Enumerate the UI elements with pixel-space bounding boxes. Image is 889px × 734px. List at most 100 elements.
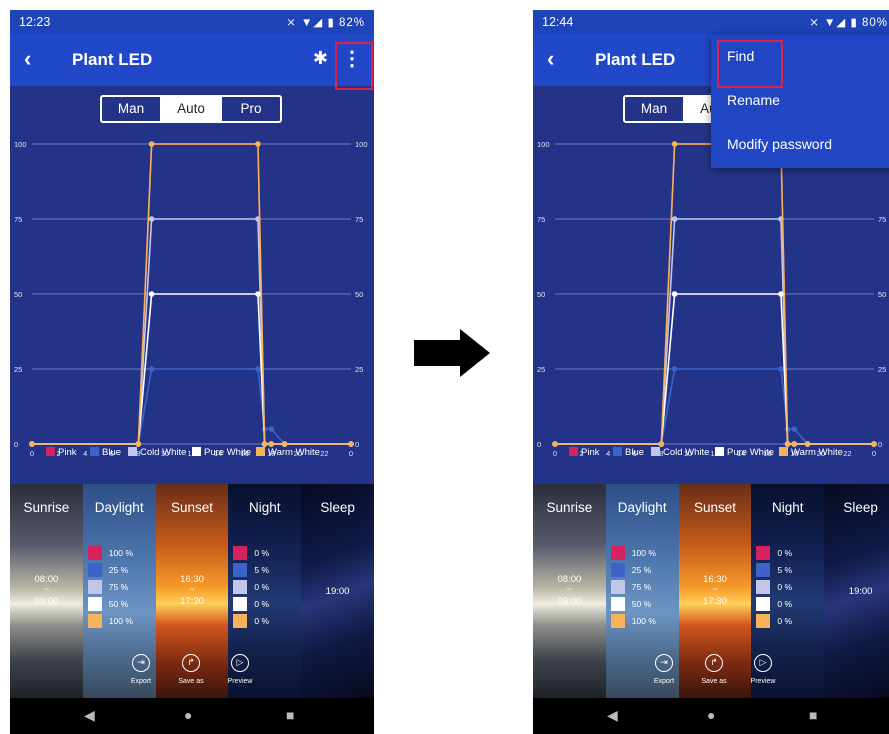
system-nav-bar: ◀ ● ■ [10,698,374,734]
legend-swatch [90,447,99,456]
scene-levels: 100 % 25 % 75 % 50 % 100 % [610,544,656,629]
level-value: 25 % [108,564,129,575]
data-point [148,366,155,372]
data-point [671,366,678,372]
save-as-button[interactable]: ↱ Save as [689,652,739,685]
scene-time-sep: ~ [566,584,573,595]
level-swatch [87,545,102,560]
series-line [32,368,351,445]
export-button[interactable]: ⇥ Export [639,652,689,685]
y-tick-label-right: 50 [878,290,886,299]
mode-man-button[interactable]: Man [625,97,683,121]
bluetooth-icon[interactable]: ✱ [313,48,328,69]
level-swatch [233,562,248,577]
menu-item-modify-password[interactable]: Modify password [711,122,889,166]
data-point [791,441,798,447]
data-point [281,441,288,447]
x-tick-label: 22 [320,449,328,458]
data-point [261,441,268,447]
export-button[interactable]: ⇥ Export [116,652,166,685]
scene-levels: 100 % 25 % 75 % 50 % 100 % [87,544,133,629]
level-value: 0 % [254,547,270,558]
back-arrow-icon[interactable]: ‹ [24,46,31,72]
nav-back-icon[interactable]: ◀ [607,707,618,724]
y-tick-label: 100 [537,140,550,149]
transition-arrow-icon [414,329,490,377]
y-tick-label: 75 [537,215,545,224]
y-tick-label-right: 100 [355,140,368,149]
legend-swatch [128,447,137,456]
app-bar: ‹ Plant LED ✱ ⋮ [10,34,374,86]
preview-button[interactable]: ▷ Preview [215,652,265,685]
legend-label: Pink [58,447,77,458]
menu-item-find[interactable]: Find [711,34,889,78]
scene-name: Sunrise [546,500,593,515]
level-swatch [610,562,625,577]
data-point [804,441,811,447]
action-bar: ⇥ Export ↱ Save as ▷ Preview [533,652,889,698]
legend-label: Blue [102,447,121,458]
legend-label: Cold White [140,447,186,458]
legend-swatch [651,447,660,456]
level-value: 0 % [777,598,793,609]
level-swatch [233,613,248,628]
data-point [871,441,877,447]
level-swatch [756,579,771,594]
x-tick-label: 0 [872,449,876,458]
save-as-label: Save as [178,678,204,685]
level-row: 0 % [756,612,792,629]
menu-item-rename[interactable]: Rename [711,78,889,122]
export-icon: ⇥ [132,654,150,672]
light-schedule-chart: 0025255050757510010002468101214161820220… [537,140,889,458]
level-row: 0 % [233,578,269,595]
data-point [268,426,275,432]
level-swatch [610,596,625,611]
preview-button[interactable]: ▷ Preview [738,652,788,685]
scene-name: Sleep [843,500,878,515]
scene-time-start: 19:00 [848,586,873,597]
status-icons: ⨯ ▼◢ ▮ 80% [809,17,888,29]
back-arrow-icon[interactable]: ‹ [547,46,554,72]
level-row: 25 % [610,561,656,578]
nav-back-icon[interactable]: ◀ [84,707,95,724]
level-swatch [610,545,625,560]
nav-home-icon[interactable]: ● [707,707,715,723]
save-as-button[interactable]: ↱ Save as [166,652,216,685]
level-value: 50 % [631,598,652,609]
series-line [555,218,874,445]
level-value: 100 % [108,615,133,626]
status-icons: ⨯ ▼◢ ▮ 82% [286,17,365,29]
status-bar: 12:23 ⨯ ▼◢ ▮ 82% [10,10,374,34]
scene-name: Sunrise [23,500,70,515]
legend-label: Cold White [663,447,709,458]
y-tick-label: 75 [14,215,22,224]
legend-label: Pure White [727,447,774,458]
mode-man-button[interactable]: Man [102,97,160,121]
x-tick-label: 4 [606,449,610,458]
y-tick-label-right: 0 [355,440,359,449]
legend-swatch [715,447,724,456]
mode-pro-button[interactable]: Pro [220,97,280,121]
level-swatch [233,579,248,594]
data-point [135,441,142,447]
data-point [658,441,665,447]
level-row: 75 % [610,578,656,595]
y-tick-label-right: 25 [355,365,363,374]
level-value: 75 % [631,581,652,592]
level-swatch [756,596,771,611]
y-tick-label-right: 75 [355,215,363,224]
mode-switch: Man Auto Pro [100,95,282,123]
legend-label: Blue [625,447,644,458]
data-point [791,426,798,432]
overflow-menu-icon[interactable]: ⋮ [340,46,364,74]
level-row: 75 % [87,578,133,595]
nav-home-icon[interactable]: ● [184,707,192,723]
level-row: 5 % [233,561,269,578]
level-value: 50 % [108,598,129,609]
level-row: 25 % [87,561,133,578]
level-swatch [233,545,248,560]
mode-auto-button[interactable]: Auto [160,97,220,121]
level-value: 0 % [254,598,270,609]
nav-recent-icon[interactable]: ■ [809,707,817,723]
nav-recent-icon[interactable]: ■ [286,707,294,723]
